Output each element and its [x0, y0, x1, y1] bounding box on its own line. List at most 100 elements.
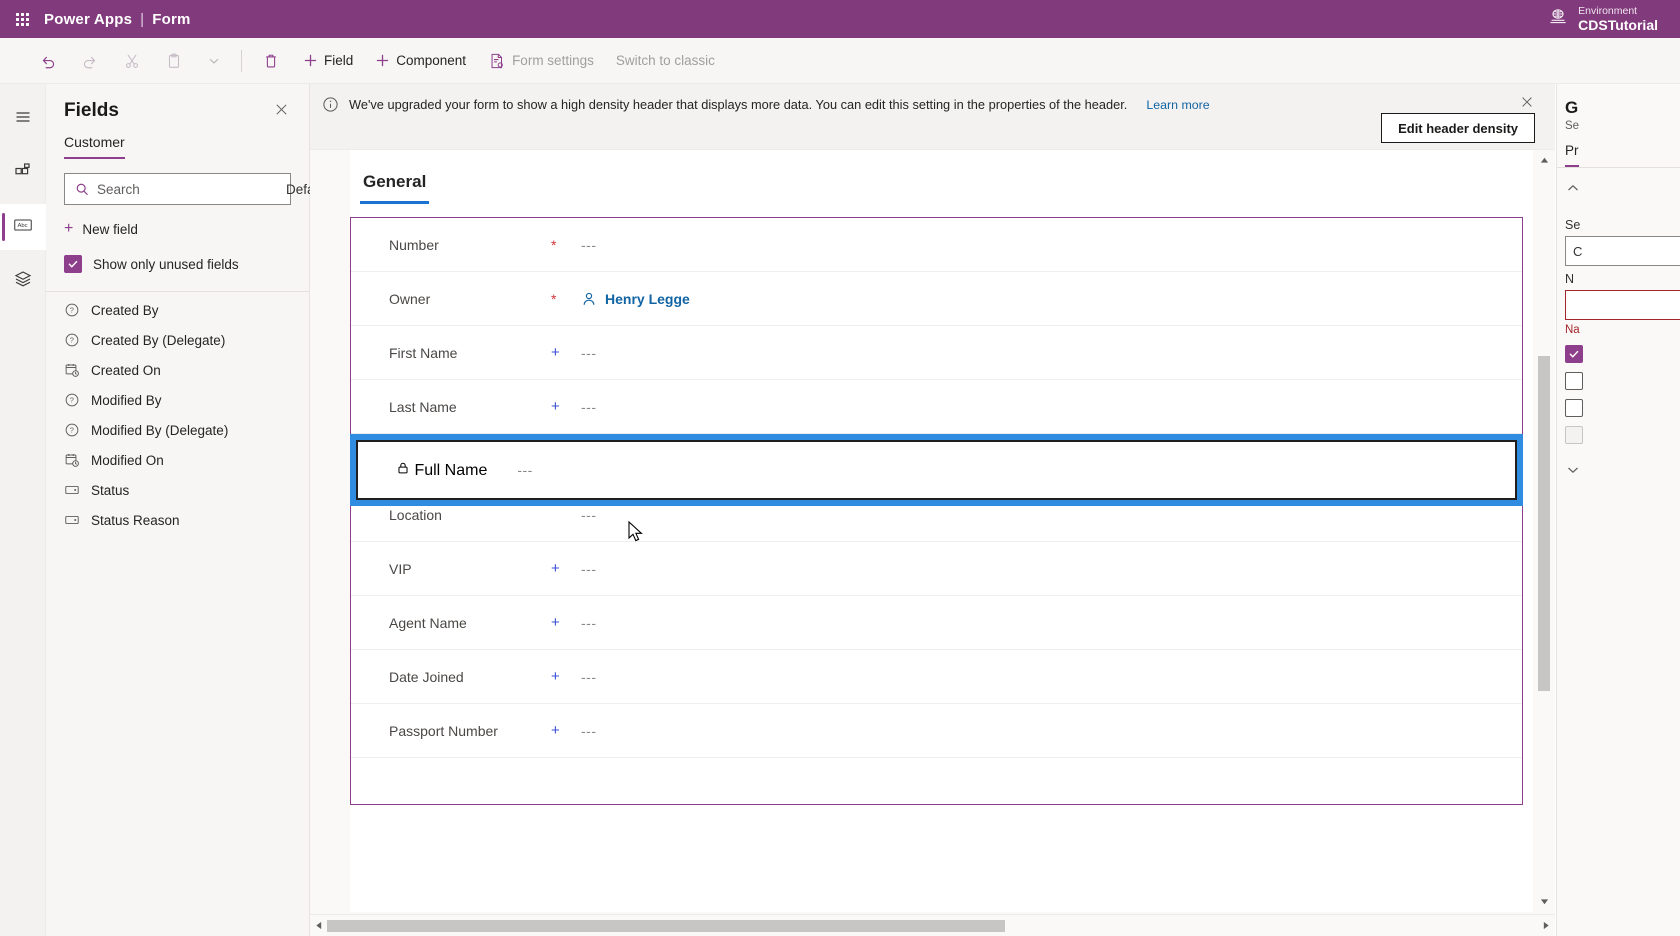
- new-field-button[interactable]: + New field: [60, 213, 291, 245]
- switch-to-classic-label: Switch to classic: [615, 53, 715, 68]
- rail-button-menu[interactable]: [0, 96, 46, 142]
- properties-section-expand[interactable]: [1557, 444, 1680, 483]
- scroll-track[interactable]: [1537, 167, 1551, 895]
- cut-button[interactable]: [112, 44, 152, 78]
- field-list-item-label: Created By: [91, 302, 159, 318]
- field-list-item[interactable]: Status: [46, 475, 309, 505]
- field-list-item-label: Modified By: [91, 392, 162, 408]
- rail-button-fields[interactable]: Abc: [0, 204, 46, 250]
- form-field-label: Location: [389, 506, 442, 523]
- form-row-agent-name[interactable]: Agent Name + ---: [351, 596, 1522, 650]
- field-list-item[interactable]: Status Reason: [46, 505, 309, 535]
- form-row-last-name[interactable]: Last Name + ---: [351, 380, 1522, 434]
- paste-button[interactable]: [154, 44, 194, 78]
- tab-customer[interactable]: Customer: [64, 134, 125, 159]
- checkbox-checked-icon: [64, 255, 82, 273]
- form-row-vip[interactable]: VIP + ---: [351, 542, 1522, 596]
- optional-plus-icon: +: [551, 722, 560, 739]
- info-icon: [322, 96, 339, 113]
- properties-panel-subtitle: Se: [1565, 120, 1580, 132]
- fields-search-box: Default: [64, 173, 362, 205]
- lookup-icon: ?: [64, 422, 80, 438]
- search-input[interactable]: [97, 174, 274, 204]
- lookup-icon: ?: [64, 392, 80, 408]
- plus-icon: [303, 53, 318, 68]
- plus-icon: [375, 53, 390, 68]
- form-row-full-name-inner[interactable]: Full Name ---: [356, 440, 1517, 500]
- field-list-item[interactable]: Created On: [46, 355, 309, 385]
- form-sheet: General Number * --- Owner * Henry Legge…: [350, 150, 1533, 912]
- environment-selector[interactable]: Environment CDSTutorial: [1548, 0, 1658, 38]
- fields-icon: Abc: [12, 214, 34, 241]
- header-density-notification: We've upgraded your form to show a high …: [310, 84, 1555, 150]
- form-row-owner[interactable]: Owner * Henry Legge: [351, 272, 1522, 326]
- notification-text: We've upgraded your form to show a high …: [349, 97, 1128, 112]
- optional-plus-icon: +: [551, 668, 560, 685]
- svg-text:?: ?: [70, 426, 74, 435]
- form-row-passport-number[interactable]: Passport Number + ---: [351, 704, 1522, 758]
- field-list-item[interactable]: ? Created By: [46, 295, 309, 325]
- scroll-up-icon[interactable]: [1540, 154, 1549, 167]
- form-row-full-name-selected[interactable]: Full Name ---: [350, 434, 1523, 506]
- properties-checkbox-4[interactable]: [1557, 417, 1680, 444]
- scroll-track[interactable]: [327, 919, 1538, 933]
- optional-plus-icon: +: [551, 398, 560, 415]
- person-icon: [581, 291, 597, 307]
- form-canvas: General Number * --- Owner * Henry Legge…: [310, 150, 1555, 936]
- add-component-button[interactable]: Component: [365, 44, 476, 78]
- form-section[interactable]: Number * --- Owner * Henry Legge First N…: [350, 217, 1523, 805]
- plus-icon: +: [64, 220, 74, 237]
- switch-to-classic-button[interactable]: Switch to classic: [606, 44, 725, 78]
- rail-button-components[interactable]: [0, 150, 46, 196]
- scroll-thumb[interactable]: [1538, 356, 1550, 692]
- brand-title[interactable]: Power Apps | Form: [44, 11, 191, 28]
- form-tab-general[interactable]: General: [360, 172, 430, 204]
- show-only-unused-fields-checkbox[interactable]: Show only unused fields: [64, 249, 291, 279]
- close-icon[interactable]: [1517, 92, 1537, 112]
- form-settings-button[interactable]: Form settings: [478, 44, 604, 78]
- rail-button-tree-view[interactable]: [0, 258, 46, 304]
- field-list-item[interactable]: ? Modified By: [46, 385, 309, 415]
- canvas-horizontal-scrollbar[interactable]: [310, 914, 1555, 936]
- undo-button[interactable]: [28, 44, 68, 78]
- tab-properties[interactable]: Pr: [1565, 143, 1579, 167]
- form-field-label-full-name: Full Name: [396, 461, 487, 480]
- properties-checkbox-2[interactable]: [1557, 363, 1680, 390]
- close-icon[interactable]: [272, 100, 291, 119]
- app-launcher-icon[interactable]: [0, 12, 44, 26]
- undo-icon: [39, 52, 57, 70]
- field-list-item-label: Status Reason: [91, 512, 180, 528]
- properties-checkbox-1[interactable]: [1557, 336, 1680, 363]
- redo-button[interactable]: [70, 44, 110, 78]
- properties-section-collapse[interactable]: [1557, 168, 1680, 212]
- scroll-left-icon[interactable]: [310, 921, 327, 930]
- add-field-button[interactable]: Field: [293, 44, 363, 78]
- learn-more-link[interactable]: Learn more: [1146, 98, 1209, 112]
- field-list-item[interactable]: ? Created By (Delegate): [46, 325, 309, 355]
- properties-input-2[interactable]: [1565, 290, 1680, 320]
- field-list-item-label: Modified By (Delegate): [91, 422, 229, 438]
- scroll-down-icon[interactable]: [1540, 895, 1549, 908]
- add-component-label: Component: [396, 53, 467, 68]
- environment-label: Environment: [1578, 4, 1638, 17]
- form-row-first-name[interactable]: First Name + ---: [351, 326, 1522, 380]
- form-field-value-owner: Henry Legge: [581, 291, 690, 307]
- paste-options-button[interactable]: [196, 44, 232, 78]
- svg-text:?: ?: [70, 306, 74, 315]
- form-field-label: First Name: [389, 344, 458, 361]
- form-row-number[interactable]: Number * ---: [351, 218, 1522, 272]
- delete-button[interactable]: [251, 44, 291, 78]
- properties-panel-tabs: Pr: [1557, 132, 1680, 168]
- canvas-vertical-scrollbar[interactable]: [1537, 154, 1551, 908]
- fields-panel-title: Fields: [64, 100, 119, 121]
- optional-plus-icon: +: [551, 560, 560, 577]
- properties-checkbox-3[interactable]: [1557, 390, 1680, 417]
- properties-input-1[interactable]: C: [1565, 236, 1680, 266]
- field-list-item[interactable]: ? Modified By (Delegate): [46, 415, 309, 445]
- form-row-date-joined[interactable]: Date Joined + ---: [351, 650, 1522, 704]
- form-tab-strip: General: [350, 150, 1533, 204]
- edit-header-density-button[interactable]: Edit header density: [1381, 113, 1535, 143]
- scroll-thumb[interactable]: [327, 919, 1006, 932]
- field-list-item[interactable]: Modified On: [46, 445, 309, 475]
- scroll-right-icon[interactable]: [1538, 921, 1555, 930]
